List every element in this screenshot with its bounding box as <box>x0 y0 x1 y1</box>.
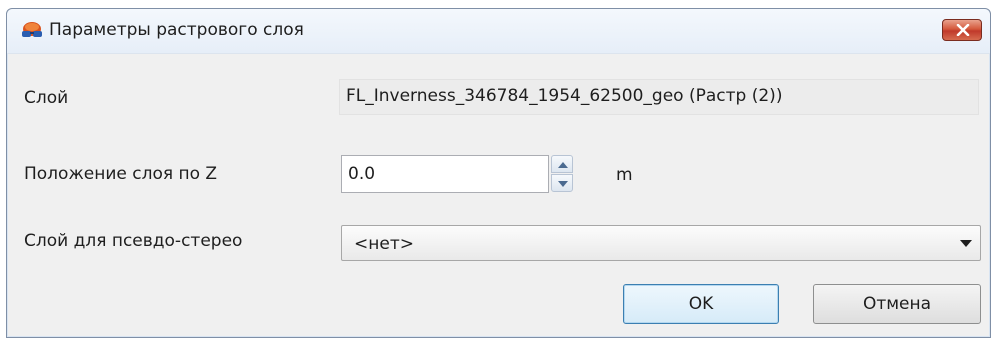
z-unit-label: m <box>616 165 633 185</box>
stereo-glasses-icon <box>21 21 43 41</box>
chevron-down-icon <box>960 240 972 247</box>
spin-down-icon <box>558 181 568 187</box>
z-position-spinbox <box>341 155 575 193</box>
title-bar[interactable]: Параметры растрового слоя <box>7 9 990 54</box>
spin-buttons <box>551 155 573 193</box>
pseudo-stereo-label: Слой для псевдо-стерео <box>24 231 243 251</box>
pseudo-stereo-dropdown[interactable]: <нет> <box>341 225 981 261</box>
spin-up-icon <box>558 162 568 168</box>
cancel-button[interactable]: Отмена <box>813 284 981 324</box>
window-title: Параметры растрового слоя <box>49 20 304 40</box>
spin-down-button[interactable] <box>551 174 573 192</box>
layer-label: Слой <box>24 88 69 108</box>
z-position-label: Положение слоя по Z <box>24 164 218 184</box>
close-icon <box>956 24 970 36</box>
layer-name-field: FL_Inverness_346784_1954_62500_geo (Раст… <box>339 79 979 115</box>
close-button[interactable] <box>942 19 982 41</box>
spin-up-button[interactable] <box>551 155 573 173</box>
ok-button[interactable]: OK <box>623 284 779 324</box>
pseudo-stereo-selected: <нет> <box>354 234 414 254</box>
z-position-input[interactable] <box>341 155 549 193</box>
layer-params-dialog: Параметры растрового слоя Слой FL_Invern… <box>6 8 991 338</box>
